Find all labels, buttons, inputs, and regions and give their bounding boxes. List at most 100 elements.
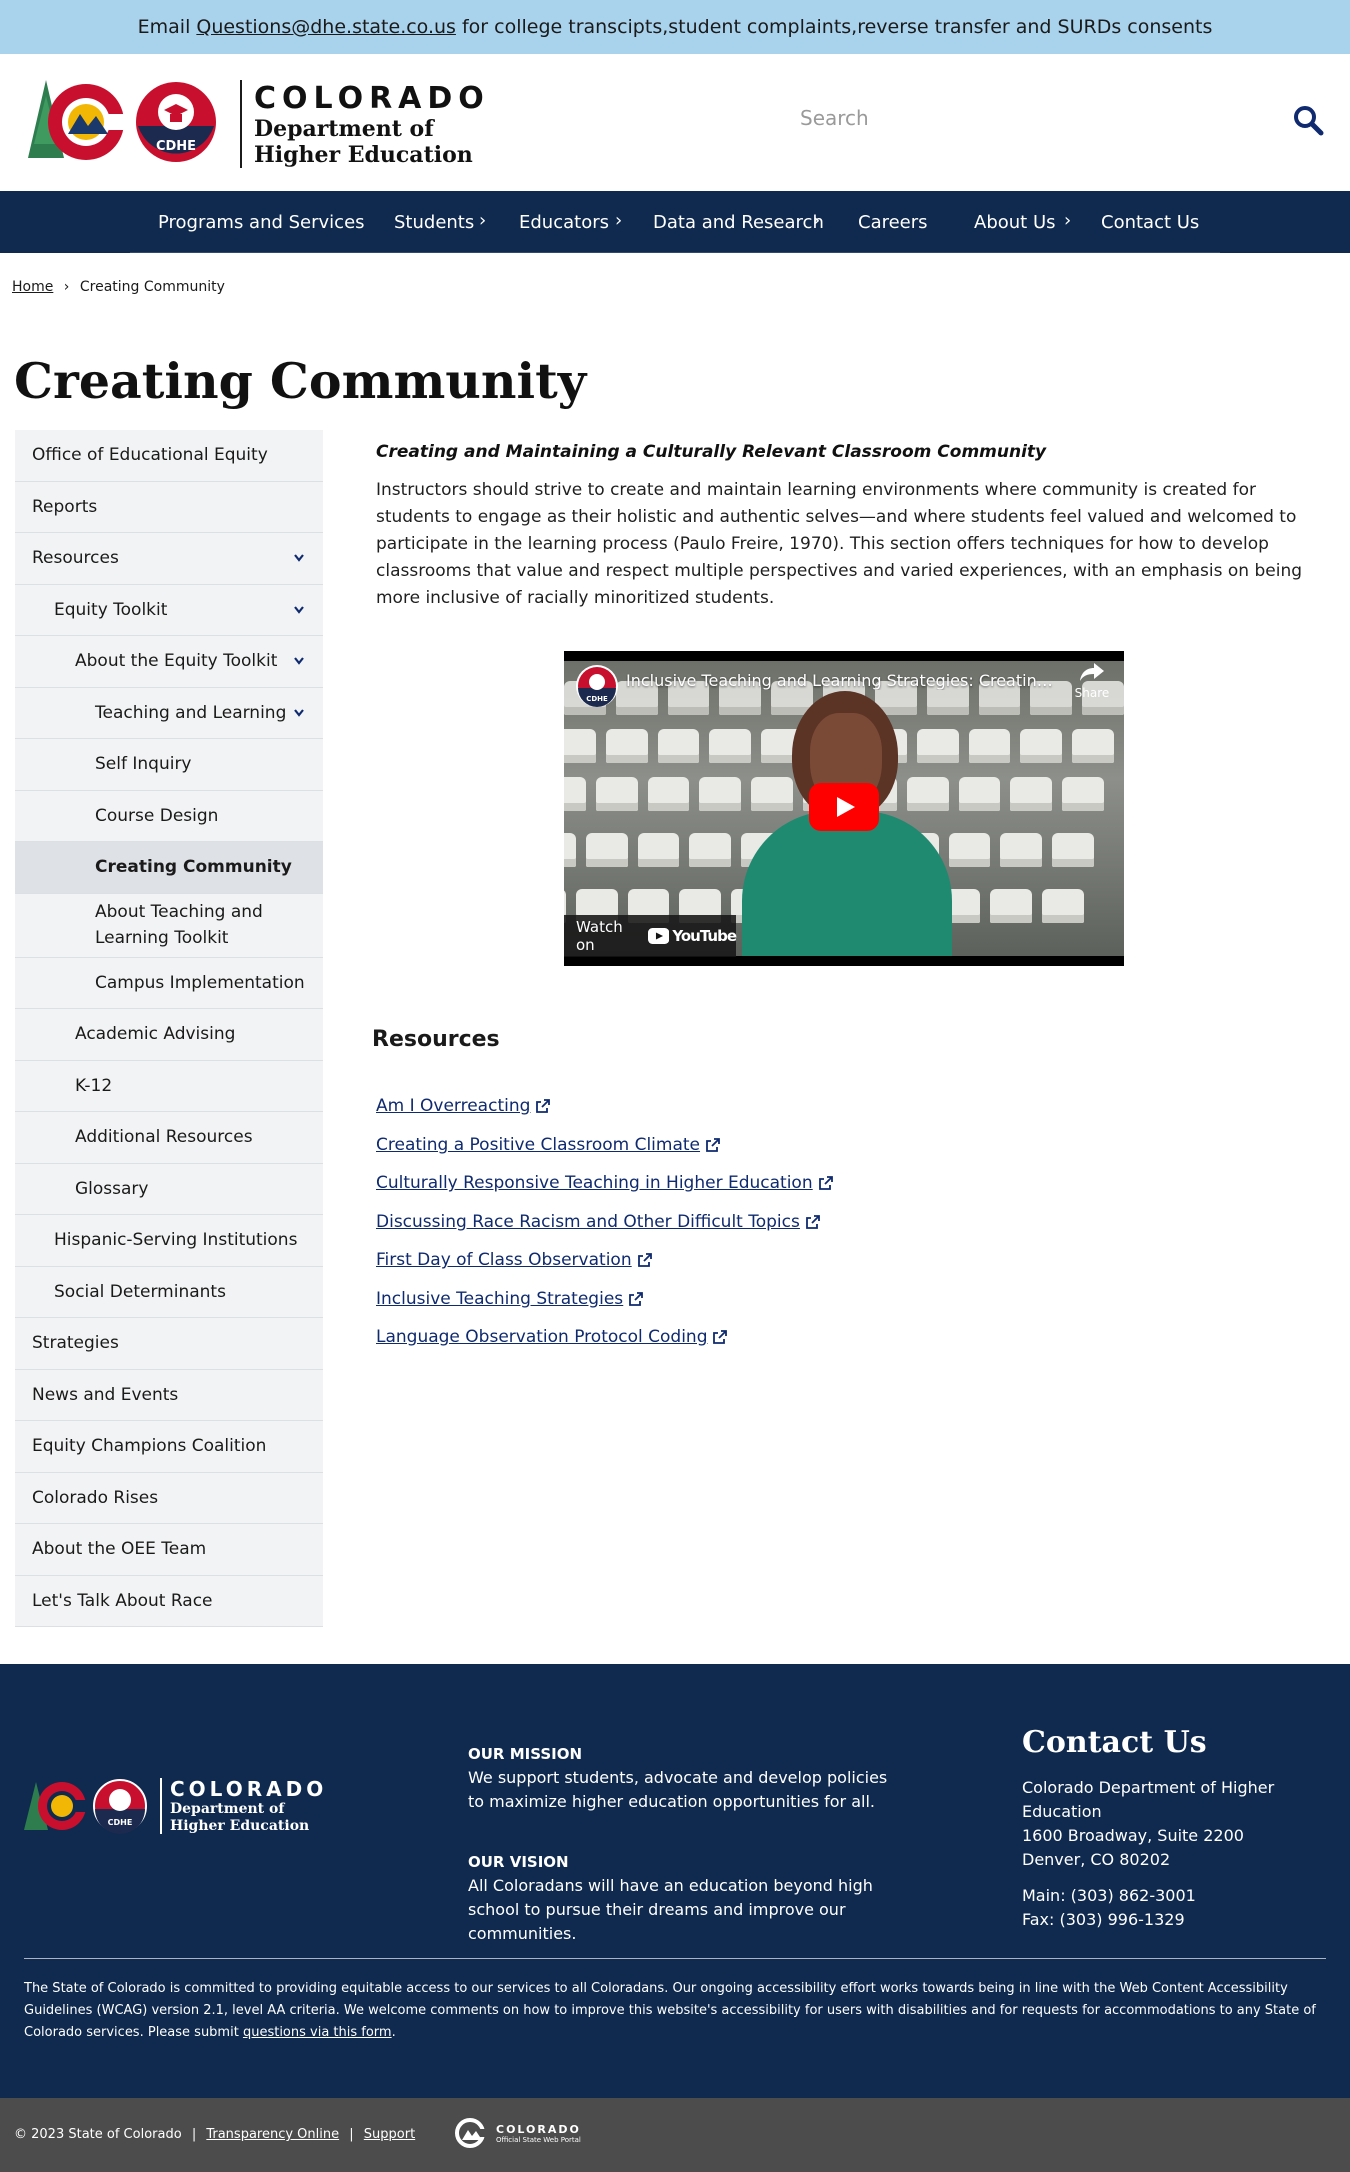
breadcrumb-current: Creating Community xyxy=(79,279,225,295)
alert-email-link[interactable]: Questions@dhe.state.co.us xyxy=(196,16,456,38)
resources-heading: Resources xyxy=(372,1027,500,1052)
sidebar-item-label: Course Design xyxy=(95,805,219,826)
chevron-down-icon[interactable] xyxy=(293,552,305,564)
sidebar-item-resources[interactable]: Resources xyxy=(15,533,323,585)
play-button[interactable] xyxy=(809,783,879,831)
sidebar-item-reports[interactable]: Reports xyxy=(15,481,323,533)
portal-wordmark: COLORADO Official State Web Portal xyxy=(496,2123,581,2144)
accessibility-form-link[interactable]: questions via this form xyxy=(243,2025,392,2040)
resource-link-label: Am I Overreacting xyxy=(376,1096,531,1117)
sidebar-item-office-educational-equity[interactable]: Office of Educational Equity xyxy=(15,430,323,482)
logo-badge-text: CDHE xyxy=(156,139,196,154)
search-input[interactable] xyxy=(800,98,1260,138)
sidebar-nav: Office of Educational Equity Reports Res… xyxy=(15,430,323,1627)
main-nav: Programs and Services Students › Educato… xyxy=(0,191,1350,253)
resource-link[interactable]: Language Observation Protocol Coding xyxy=(376,1318,834,1357)
resource-link[interactable]: First Day of Class Observation xyxy=(376,1241,834,1280)
watch-on-youtube-button[interactable]: Watch on YouTube xyxy=(564,915,737,957)
mission-text: We support students, advocate and develo… xyxy=(468,1768,888,1811)
sidebar-item-colorado-rises[interactable]: Colorado Rises xyxy=(15,1472,323,1524)
sidebar-item-label: About Teaching and Learning Toolkit xyxy=(95,902,263,948)
resource-link[interactable]: Discussing Race Racism and Other Difficu… xyxy=(376,1203,834,1242)
nav-item-students[interactable]: Students xyxy=(394,191,474,253)
chevron-right-icon[interactable]: › xyxy=(479,210,486,231)
resource-link-label: Discussing Race Racism and Other Difficu… xyxy=(376,1211,800,1232)
nav-item-careers[interactable]: Careers xyxy=(858,191,928,253)
chevron-right-icon[interactable]: › xyxy=(813,210,820,231)
sidebar-item-label: News and Events xyxy=(32,1384,179,1405)
bottom-links: © 2023 State of Colorado | Transparency … xyxy=(14,2127,415,2142)
footer-logo-wordmark: COLORADO Department of Higher Education xyxy=(160,1777,327,1834)
share-icon xyxy=(1080,663,1104,681)
resource-link[interactable]: Creating a Positive Classroom Climate xyxy=(376,1126,834,1165)
sidebar-item-course-design[interactable]: Course Design xyxy=(15,790,323,842)
sidebar-item-creating-community[interactable]: Creating Community xyxy=(15,842,323,894)
search-icon[interactable] xyxy=(1292,104,1324,136)
nav-item-label: Students xyxy=(394,211,475,233)
state-portal-logo[interactable]: COLORADO Official State Web Portal xyxy=(454,2118,581,2148)
sidebar-item-strategies[interactable]: Strategies xyxy=(15,1318,323,1370)
sidebar-item-about-teaching-learning-toolkit[interactable]: About Teaching and Learning Toolkit xyxy=(15,893,323,958)
youtube-logo-icon xyxy=(648,928,670,944)
footer-logo[interactable]: CDHE COLORADO Department of Higher Educa… xyxy=(24,1776,334,1836)
transparency-online-link[interactable]: Transparency Online xyxy=(206,2127,339,2142)
resource-link[interactable]: Culturally Responsive Teaching in Higher… xyxy=(376,1164,834,1203)
sidebar-item-label: Academic Advising xyxy=(75,1024,236,1045)
breadcrumb: Home › Creating Community xyxy=(12,279,225,295)
sidebar-item-equity-champions[interactable]: Equity Champions Coalition xyxy=(15,1421,323,1473)
nav-item-educators[interactable]: Educators xyxy=(519,191,609,253)
sidebar-item-hispanic-serving[interactable]: Hispanic-Serving Institutions xyxy=(15,1215,323,1267)
footer-logo-dept1: Department of xyxy=(170,1801,285,1817)
contact-main-phone[interactable]: Main: (303) 862-3001 xyxy=(1022,1884,1342,1908)
nav-item-programs[interactable]: Programs and Services xyxy=(158,191,365,253)
video-presenter-body xyxy=(742,811,952,956)
resource-link-label: Creating a Positive Classroom Climate xyxy=(376,1134,701,1155)
footer-logo-mark: CDHE xyxy=(24,1779,147,1834)
sidebar-item-glossary[interactable]: Glossary xyxy=(15,1163,323,1215)
nav-item-label: Programs and Services xyxy=(158,211,365,233)
copyright: © 2023 State of Colorado xyxy=(14,2127,182,2142)
nav-item-label: Data and Research xyxy=(653,211,824,233)
contact-city: Denver, CO 80202 xyxy=(1022,1850,1171,1869)
video-title[interactable]: Inclusive Teaching and Learning Strategi… xyxy=(626,671,1056,690)
site-logo[interactable]: CDHE COLORADO Department of Higher Educa… xyxy=(28,74,488,174)
sidebar-item-lets-talk-race[interactable]: Let's Talk About Race xyxy=(15,1575,323,1627)
nav-item-label: Educators xyxy=(519,211,609,233)
sidebar-item-self-inquiry[interactable]: Self Inquiry xyxy=(15,739,323,791)
sidebar-item-campus-implementation[interactable]: Campus Implementation xyxy=(15,957,323,1009)
channel-avatar-icon[interactable]: CDHE xyxy=(576,665,618,707)
portal-title: COLORADO xyxy=(496,2122,581,2136)
sidebar-item-teaching-learning[interactable]: Teaching and Learning xyxy=(15,687,323,739)
chevron-right-icon[interactable]: › xyxy=(1064,210,1071,231)
external-link-icon xyxy=(706,1137,720,1152)
share-button[interactable]: Share xyxy=(1072,661,1112,700)
sidebar-item-news-events[interactable]: News and Events xyxy=(15,1369,323,1421)
chevron-down-icon[interactable] xyxy=(293,604,305,616)
sidebar-item-label: About the Equity Toolkit xyxy=(75,651,278,672)
sidebar-item-social-determinants[interactable]: Social Determinants xyxy=(15,1266,323,1318)
resource-link[interactable]: Inclusive Teaching Strategies xyxy=(376,1280,834,1319)
sidebar-item-academic-advising[interactable]: Academic Advising xyxy=(15,1009,323,1061)
chevron-down-icon[interactable] xyxy=(293,707,305,719)
sidebar-item-label: About the OEE Team xyxy=(32,1539,207,1560)
video-embed[interactable]: CDHE Inclusive Teaching and Learning Str… xyxy=(564,651,1124,966)
sidebar-item-about-oee-team[interactable]: About the OEE Team xyxy=(15,1524,323,1576)
sidebar-item-additional-resources[interactable]: Additional Resources xyxy=(15,1112,323,1164)
sidebar-item-label: Strategies xyxy=(32,1333,119,1354)
sidebar-item-about-equity-toolkit[interactable]: About the Equity Toolkit xyxy=(15,636,323,688)
nav-item-about[interactable]: About Us xyxy=(974,191,1056,253)
sidebar-item-k12[interactable]: K-12 xyxy=(15,1060,323,1112)
vision-block: OUR VISION All Coloradans will have an e… xyxy=(468,1850,908,1946)
resource-link[interactable]: Am I Overreacting xyxy=(376,1087,834,1126)
breadcrumb-home[interactable]: Home xyxy=(12,279,53,295)
sidebar-item-equity-toolkit[interactable]: Equity Toolkit xyxy=(15,584,323,636)
breadcrumb-separator: › xyxy=(63,279,70,295)
nav-item-contact[interactable]: Contact Us xyxy=(1101,191,1199,253)
chevron-down-icon[interactable] xyxy=(293,655,305,667)
nav-item-data-research[interactable]: Data and Research xyxy=(653,191,824,253)
bottom-separator: | xyxy=(191,2127,197,2142)
resources-list: Am I Overreacting Creating a Positive Cl… xyxy=(376,1087,834,1357)
chevron-right-icon[interactable]: › xyxy=(615,210,622,231)
sidebar-item-label: Additional Resources xyxy=(75,1127,253,1148)
support-link[interactable]: Support xyxy=(364,2127,415,2142)
